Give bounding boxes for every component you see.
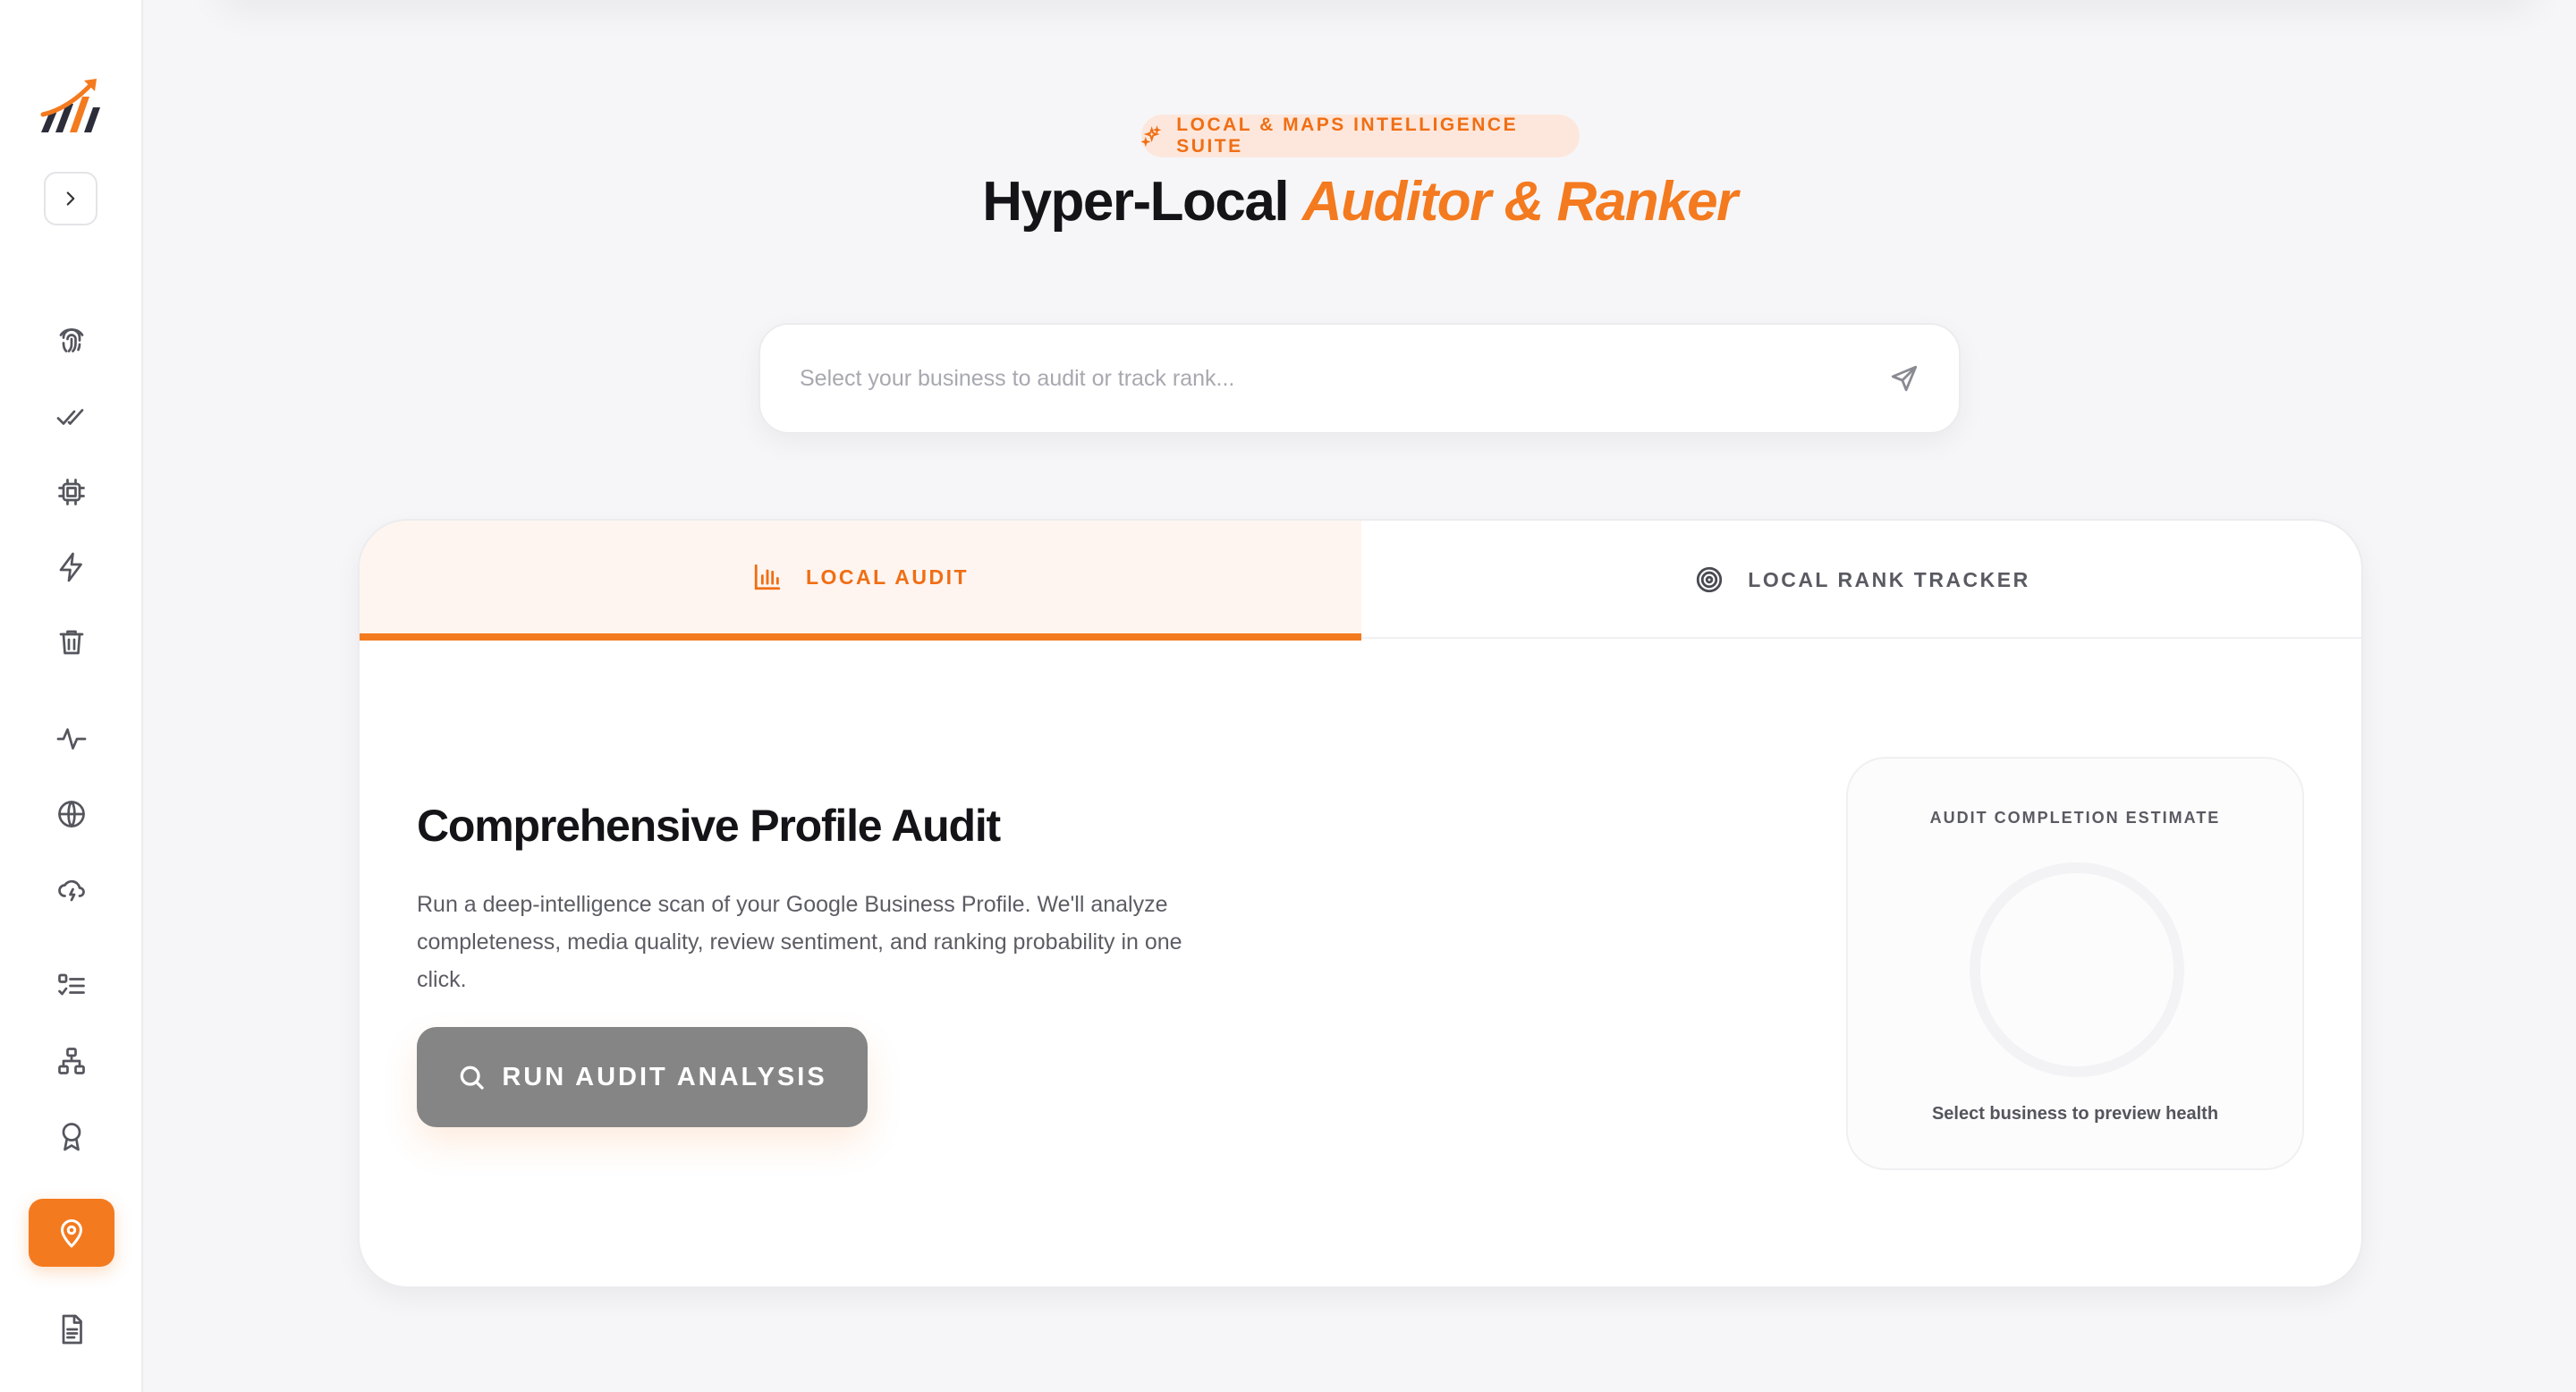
- map-pin-icon: [61, 1219, 82, 1248]
- nav-item-approvals[interactable]: [45, 390, 98, 444]
- award-icon: [62, 1123, 81, 1151]
- nav-item-activity[interactable]: [45, 712, 98, 766]
- run-audit-button[interactable]: RUN AUDIT ANALYSIS: [417, 1027, 868, 1127]
- nav-item-globe[interactable]: [45, 787, 98, 841]
- send-icon[interactable]: [1889, 363, 1919, 394]
- page-title-plain: Hyper-Local: [982, 171, 1302, 233]
- activity-pulse-icon: [56, 728, 87, 750]
- health-score-ring: [1970, 862, 2184, 1077]
- tab-local-rank-tracker-label: LOCAL RANK TRACKER: [1748, 567, 2030, 591]
- nav-item-automation[interactable]: [45, 540, 98, 594]
- business-search-input[interactable]: [800, 365, 1889, 392]
- cpu-chip-icon: [58, 479, 85, 505]
- nav-item-checklist[interactable]: [45, 959, 98, 1013]
- tab-bar: LOCAL AUDIT LOCAL RANK TRACKER: [360, 521, 2361, 641]
- checklist-icon: [58, 973, 85, 996]
- suite-badge: LOCAL & MAPS INTELLIGENCE SUITE: [1141, 115, 1580, 157]
- sparkle-icon: [1141, 125, 1162, 147]
- target-icon: [1697, 566, 1723, 593]
- sitemap-icon: [58, 1048, 85, 1074]
- nav-item-documents[interactable]: [45, 1303, 98, 1356]
- nav-item-sitemap[interactable]: [45, 1034, 98, 1088]
- tab-local-rank-tracker[interactable]: LOCAL RANK TRACKER: [1361, 521, 2361, 639]
- suite-badge-label: LOCAL & MAPS INTELLIGENCE SUITE: [1176, 115, 1519, 157]
- audit-card: LOCAL AUDIT LOCAL RANK TRACKER Comprehen…: [358, 519, 2363, 1288]
- trash-icon: [59, 630, 84, 655]
- double-check-icon: [56, 409, 84, 425]
- search-icon: [460, 1065, 484, 1090]
- fingerprint-icon: [59, 328, 84, 352]
- business-search-bar: [758, 323, 1961, 434]
- audit-title: Comprehensive Profile Audit: [417, 801, 1001, 851]
- lightning-icon: [59, 552, 82, 582]
- page-title: Hyper-Local Auditor & Ranker: [0, 170, 2576, 233]
- page-title-accent: Auditor & Ranker: [1301, 171, 1738, 233]
- nav-item-local-maps[interactable]: [29, 1199, 114, 1267]
- nav-item-awards[interactable]: [45, 1109, 98, 1163]
- nav-item-fingerprint[interactable]: [45, 315, 98, 369]
- audit-estimate-panel: AUDIT COMPLETION ESTIMATE Select busines…: [1846, 757, 2304, 1170]
- nav-item-processor[interactable]: [45, 465, 98, 519]
- tab-local-audit-label: LOCAL AUDIT: [805, 564, 970, 589]
- globe-icon: [58, 801, 85, 828]
- cloud-lightning-icon: [58, 879, 85, 902]
- estimate-label: AUDIT COMPLETION ESTIMATE: [1929, 809, 2221, 827]
- nav-item-cloud[interactable]: [45, 862, 98, 916]
- document-icon: [62, 1314, 82, 1345]
- run-audit-label: RUN AUDIT ANALYSIS: [502, 1062, 827, 1091]
- app-logo[interactable]: [38, 75, 104, 140]
- audit-description: Run a deep-intelligence scan of your Goo…: [417, 892, 1182, 992]
- nav-item-trash[interactable]: [45, 615, 98, 669]
- bar-chart-icon: [754, 564, 781, 590]
- estimate-note: Select business to preview health: [1931, 1104, 2219, 1124]
- tab-local-audit[interactable]: LOCAL AUDIT: [360, 521, 1361, 641]
